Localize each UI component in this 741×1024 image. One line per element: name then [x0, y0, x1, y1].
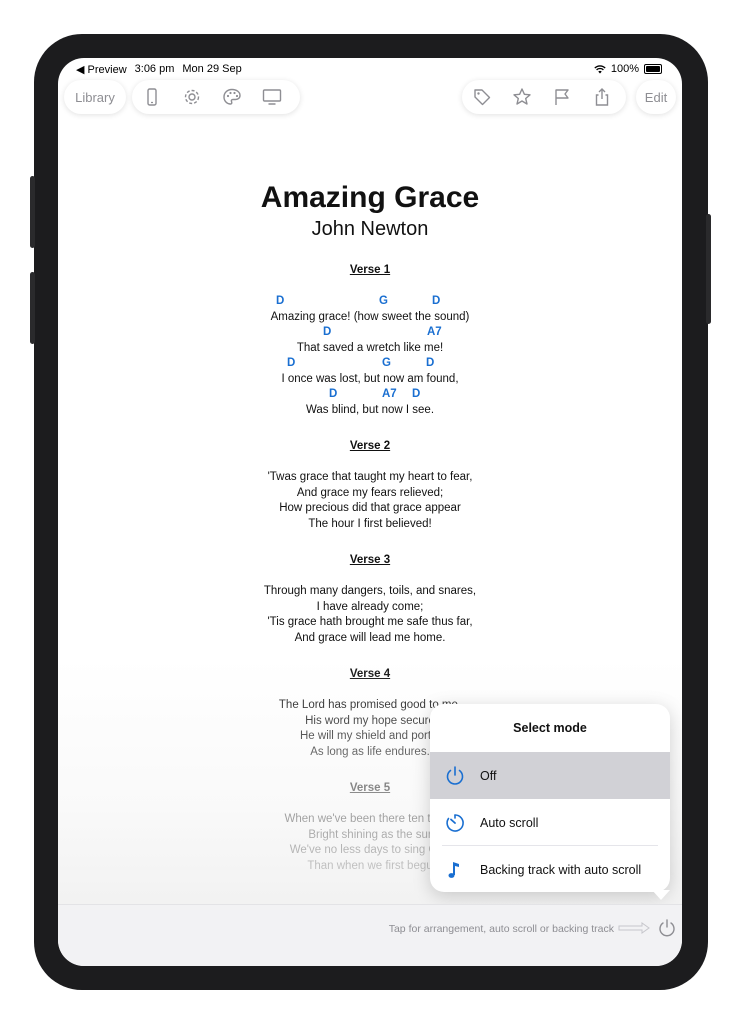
chord: D	[323, 326, 332, 338]
lyric-line: That saved a wretch like me!	[296, 341, 444, 354]
status-time: 3:06 pm	[134, 63, 175, 75]
lyric-line: I once was lost, but now am found,	[281, 372, 459, 385]
flag-icon[interactable]	[542, 80, 582, 114]
mode-option-label: Backing track with auto scroll	[480, 862, 642, 877]
star-icon[interactable]	[502, 80, 542, 114]
edit-label: Edit	[644, 89, 668, 105]
verse-heading: Verse 1	[349, 264, 391, 276]
verse-heading: Verse 3	[349, 554, 391, 566]
lyric-line: Was blind, but now I see.	[305, 403, 435, 416]
mode-option-auto-scroll[interactable]: Auto scroll	[430, 799, 670, 846]
chord: G	[379, 295, 388, 307]
battery-icon	[644, 64, 662, 74]
chord: A7	[382, 388, 397, 400]
lyric-line: And grace will lead me home.	[294, 631, 446, 644]
lyric-line: Through many dangers, toils, and snares,	[263, 585, 477, 597]
power-icon	[659, 919, 675, 937]
chord: D	[426, 357, 435, 369]
edit-button[interactable]: Edit	[636, 80, 676, 114]
battery-percent: 100%	[610, 63, 639, 75]
lyric-line: And grace my fears relieved;	[296, 486, 444, 499]
monitor-icon[interactable]	[252, 80, 292, 114]
verse-heading: Verse 2	[349, 440, 391, 452]
bottom-hint: Tap for arrangement, auto scroll or back…	[388, 923, 614, 935]
select-mode-popover: Select mode Off Auto scroll Backing trac…	[430, 704, 670, 892]
volume-up-button	[30, 176, 35, 248]
wifi-icon	[594, 64, 606, 73]
verse-2: 'Twas grace that taught my heart to fear…	[58, 470, 682, 532]
chord: D	[432, 295, 441, 307]
back-to-preview[interactable]: ◀ Preview	[76, 63, 127, 76]
left-toolbar-group	[132, 80, 300, 114]
mode-option-off[interactable]: Off	[430, 752, 670, 799]
library-button[interactable]: Library	[64, 80, 126, 114]
chord-row: D G D	[58, 356, 682, 372]
power-side-button	[706, 214, 711, 324]
right-toolbar-group	[462, 80, 626, 114]
mode-option-label: Off	[480, 768, 497, 783]
lyric-line: 'Twas grace that taught my heart to fear…	[267, 471, 473, 483]
lyric-line: I have already come;	[316, 600, 424, 613]
power-icon	[430, 765, 480, 787]
screen: ◀ Preview 3:06 pm Mon 29 Sep 100% Librar…	[58, 58, 682, 966]
song-title: Amazing Grace	[260, 181, 480, 214]
lyric-line: 'Tis grace hath brought me safe thus far…	[267, 616, 473, 628]
status-date: Mon 29 Sep	[182, 63, 242, 75]
tag-icon[interactable]	[462, 80, 502, 114]
song-author: John Newton	[311, 218, 429, 240]
share-icon[interactable]	[582, 80, 622, 114]
verse-3: Through many dangers, toils, and snares,…	[58, 584, 682, 646]
music-note-icon	[430, 859, 480, 881]
timer-icon	[430, 812, 480, 834]
chord: G	[382, 357, 391, 369]
chord: A7	[427, 326, 442, 338]
arrow-right-icon	[618, 922, 650, 934]
chord-row: D A7	[58, 325, 682, 341]
gear-icon[interactable]	[172, 80, 212, 114]
mode-option-backing-track[interactable]: Backing track with auto scroll	[430, 846, 670, 892]
chord: D	[287, 357, 296, 369]
mode-option-label: Auto scroll	[480, 815, 539, 830]
status-bar: ◀ Preview 3:06 pm Mon 29 Sep 100%	[58, 58, 682, 80]
chord: D	[329, 388, 338, 400]
verse-heading: Verse 4	[349, 668, 391, 680]
chord-row: D G D	[58, 294, 682, 310]
verse-1: D G D Amazing grace! (how sweet the soun…	[58, 294, 682, 418]
lyric-line: The hour I first believed!	[308, 517, 432, 530]
popover-arrow	[652, 890, 670, 900]
lyric-line: How precious did that grace appear	[279, 502, 461, 514]
chord: D	[412, 388, 421, 400]
popover-title: Select mode	[513, 721, 587, 735]
chord-row: D A7 D	[58, 387, 682, 403]
library-label: Library	[75, 89, 115, 105]
mode-power-button[interactable]	[657, 918, 677, 938]
volume-down-button	[30, 272, 35, 344]
lyric-line: Amazing grace! (how sweet the sound)	[270, 310, 470, 323]
chord: D	[276, 295, 285, 307]
bottom-bar[interactable]: Tap for arrangement, auto scroll or back…	[58, 904, 682, 966]
palette-icon[interactable]	[212, 80, 252, 114]
phone-icon[interactable]	[132, 80, 172, 114]
